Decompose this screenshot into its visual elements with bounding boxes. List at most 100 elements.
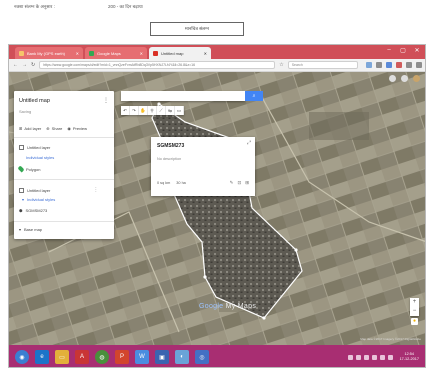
ruler-icon[interactable]: ▭	[175, 106, 184, 115]
marker-icon[interactable]: ⚲	[148, 106, 157, 115]
layer-2-item[interactable]: ⬢ SGMSM273	[19, 208, 47, 213]
tray-icon[interactable]	[347, 354, 353, 360]
area-ha: 30 ha	[176, 181, 186, 185]
menu-icon[interactable]	[415, 62, 422, 68]
directions-icon[interactable]: ⇆	[166, 106, 175, 115]
chrome-icon[interactable]: ◍	[95, 350, 109, 364]
url-input[interactable]: https://www.google.com/maps/d/edit?mid=1…	[39, 61, 276, 69]
media-icon[interactable]: ◐	[175, 350, 189, 364]
tab-label: Untitled map	[161, 50, 184, 56]
tab-close-icon[interactable]: ✕	[200, 51, 207, 56]
avatar[interactable]	[413, 75, 420, 82]
divider	[14, 137, 114, 138]
doc-header-value: 200 - का दिन बढ़ाया	[108, 4, 143, 9]
google-logo-text: Google	[199, 303, 224, 310]
network-app-icon[interactable]: ◎	[195, 350, 209, 364]
layer-2-checkbox[interactable]	[19, 187, 24, 193]
tab-close-icon[interactable]: ✕	[72, 51, 79, 56]
minimize-button[interactable]: –	[385, 47, 393, 54]
delete-icon[interactable]: ⊞	[245, 180, 249, 186]
preview-icon: ◉	[67, 126, 71, 131]
extension-icon[interactable]	[395, 62, 402, 68]
apps-icon[interactable]	[389, 75, 396, 82]
doc-box: मानचित्र संलग्न	[150, 22, 244, 36]
feature-measurements: 0 sq km 30 ha	[157, 181, 186, 185]
tab-untitled-map[interactable]: Untitled map ✕	[149, 47, 211, 59]
folder-icon[interactable]: ▭	[55, 350, 69, 364]
layer-2-style-link[interactable]: ▾ Individual styles	[22, 197, 55, 202]
edit-icon[interactable]: ⊡	[237, 180, 241, 186]
layer-1-style[interactable]: Individual styles	[26, 155, 54, 160]
extension-icons	[365, 62, 422, 68]
browser-search-input[interactable]: Search	[287, 61, 358, 69]
battery-icon[interactable]	[387, 354, 393, 360]
extension-icon[interactable]	[375, 62, 382, 68]
map-search-button[interactable]: ⌕	[245, 91, 263, 101]
word-icon[interactable]: W	[135, 350, 149, 364]
polygon-icon: ⬢	[19, 208, 23, 213]
layer-2-item-label[interactable]: SGMSM273	[26, 208, 48, 213]
layer-1-header[interactable]: Untitled layer	[19, 145, 50, 150]
layer-2-name[interactable]: Untitled layer	[27, 188, 50, 193]
forward-icon[interactable]: →	[22, 62, 27, 68]
layer-1-item[interactable]: Polygon	[17, 165, 40, 173]
extension-icon[interactable]	[405, 62, 412, 68]
undo-icon[interactable]: ↶	[121, 106, 130, 115]
layer-2-options-icon[interactable]: ⋮	[93, 187, 98, 193]
zoom-out-button[interactable]: −	[410, 307, 419, 316]
add-layer-button[interactable]: ⊞ Add layer	[19, 126, 41, 131]
doc-box-label: मानचित्र संलग्न	[185, 26, 209, 31]
street-view-icon[interactable]: ●	[411, 318, 418, 325]
layer-1-checkbox[interactable]	[19, 145, 24, 150]
layer-1-style-link[interactable]: Individual styles	[26, 155, 54, 160]
hand-icon[interactable]: ✋	[139, 106, 148, 115]
volume-icon[interactable]	[379, 354, 385, 360]
title-bar: Bank My (GPS earth) ✕ Google Maps ✕ Unti…	[9, 45, 425, 59]
tab-bank-my[interactable]: Bank My (GPS earth) ✕	[15, 47, 83, 59]
close-window-button[interactable]: ✕	[413, 47, 421, 54]
close-icon[interactable]: ⤢	[247, 140, 251, 146]
layer-2-header[interactable]: Untitled layer ⋮	[19, 187, 98, 193]
zoom-in-button[interactable]: +	[410, 298, 419, 307]
layer-1-item-label[interactable]: Polygon	[26, 167, 40, 172]
redo-icon[interactable]: ↷	[130, 106, 139, 115]
share-label: Share	[51, 126, 63, 131]
layer-2-style[interactable]: Individual styles	[27, 197, 55, 202]
notifications-icon[interactable]	[401, 75, 408, 82]
map-search-input[interactable]	[121, 91, 245, 101]
doc-header-label: नक्शा संलग्न के अनुसार :	[14, 4, 55, 9]
map-title[interactable]: Untitled map	[19, 98, 50, 104]
base-map-row[interactable]: ▾ Base map	[19, 227, 42, 232]
reload-icon[interactable]: ↻	[31, 62, 35, 68]
clock[interactable]: 12:54 17-12-2017	[400, 352, 419, 362]
base-map-label[interactable]: Base map	[24, 227, 42, 232]
tab-google-maps[interactable]: Google Maps ✕	[85, 47, 147, 59]
map-toolbar: ↶ ↷ ✋ ⚲ ⟋ ⇆ ▭	[121, 106, 184, 115]
start-icon[interactable]: ◉	[15, 350, 29, 364]
divider	[14, 179, 114, 180]
search-icon: ⌕	[252, 93, 256, 99]
preview-button[interactable]: ◉ Preview	[67, 126, 87, 131]
back-icon[interactable]: ←	[13, 62, 18, 68]
style-icon[interactable]: ✎	[230, 180, 234, 186]
map-canvas[interactable]: Untitled map ⋮ Saving ⊞ Add layer ⊕ Share …	[9, 72, 425, 345]
layer-1-name[interactable]: Untitled layer	[27, 145, 50, 150]
powerpoint-icon[interactable]: P	[115, 350, 129, 364]
acrobat-icon[interactable]: A	[75, 350, 89, 364]
ie-icon[interactable]: e	[35, 350, 49, 364]
maximize-button[interactable]: ▢	[399, 47, 407, 54]
map-account-controls	[389, 75, 420, 82]
tab-close-icon[interactable]: ✕	[136, 51, 143, 56]
draw-line-icon[interactable]: ⟋	[157, 106, 166, 115]
tray-icon[interactable]	[363, 354, 369, 360]
tray-icon[interactable]	[355, 354, 361, 360]
save-status: Saving	[19, 109, 32, 114]
network-icon[interactable]	[371, 354, 377, 360]
extension-icon[interactable]	[365, 62, 372, 68]
app-icon[interactable]: ▣	[155, 350, 169, 364]
taskbar: ◉ e ▭ A ◍ P W ▣ ◐ ◎ 12:54 17-12-2017	[9, 345, 425, 367]
star-icon[interactable]: ☆	[279, 62, 283, 68]
more-options-icon[interactable]: ⋮	[103, 97, 109, 104]
share-button[interactable]: ⊕ Share	[46, 126, 62, 131]
extension-icon[interactable]	[385, 62, 392, 68]
